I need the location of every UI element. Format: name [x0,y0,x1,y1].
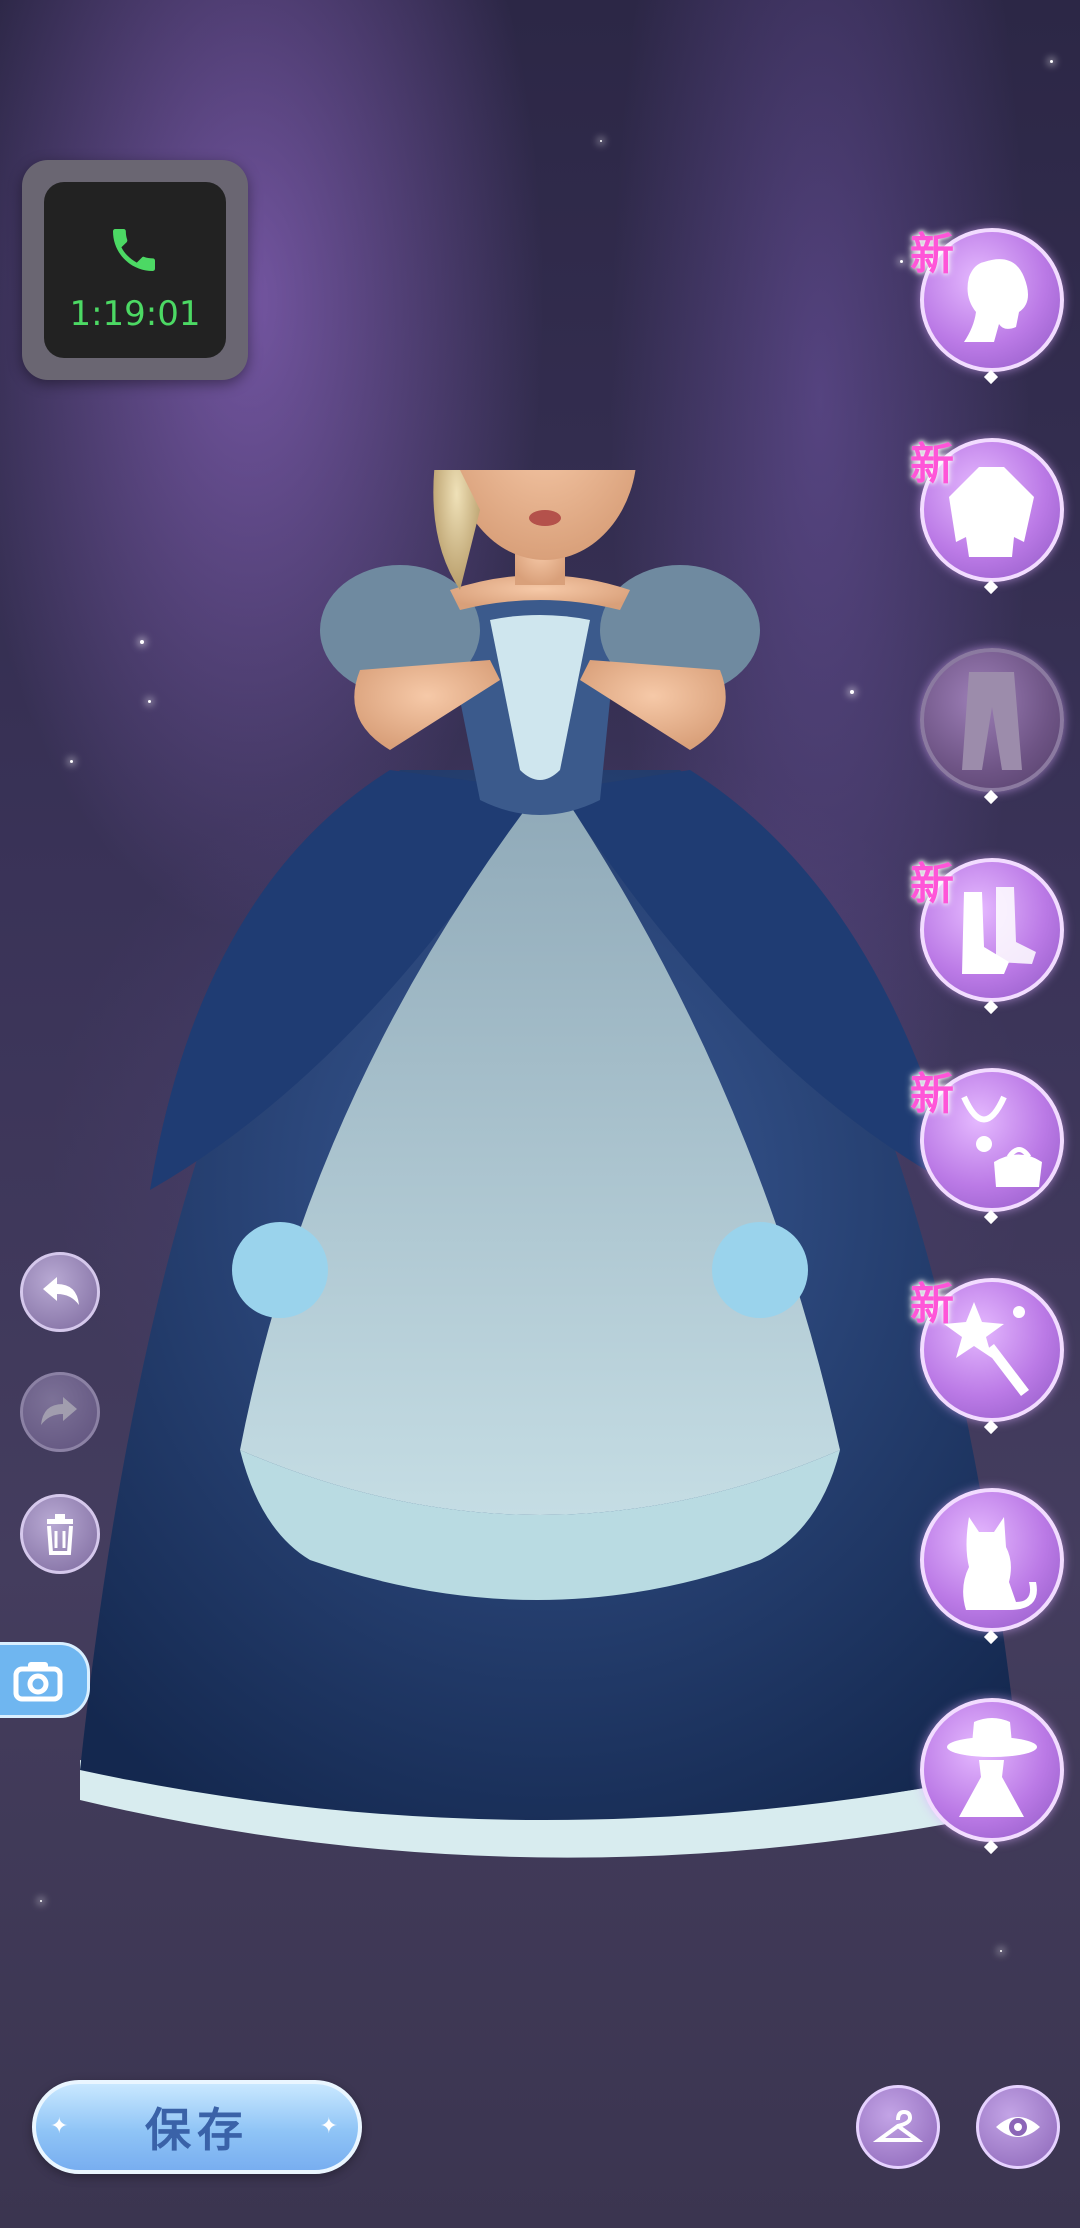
new-badge: 新 [910,229,954,280]
trash-icon [47,1514,73,1555]
new-badge: 新 [910,1279,954,1330]
redo-button[interactable] [20,1372,100,1452]
sparkle-icon: ✦ [319,2114,344,2139]
save-button[interactable]: ✦ 保存 ✦ [32,2080,362,2174]
category-top-button[interactable]: 新 [910,438,1064,595]
category-effects-button[interactable]: 新 [910,1278,1064,1435]
hat-dress-icon [947,1718,1037,1817]
sparkle-icon: ✦ [50,2114,75,2139]
category-accessories-button[interactable]: 新 [910,1068,1064,1225]
redo-icon [41,1397,77,1425]
phone-icon [113,229,155,271]
category-outfit-button[interactable] [920,1698,1064,1855]
new-badge: 新 [910,859,954,910]
camera-button[interactable] [0,1642,90,1718]
wardrobe-button[interactable] [856,2085,940,2169]
new-badge: 新 [910,439,954,490]
category-bottom-button[interactable] [920,648,1064,805]
delete-button[interactable] [20,1494,100,1574]
undo-button[interactable] [20,1252,100,1332]
diamond-marker [983,369,999,385]
category-hair-button[interactable]: 新 [910,228,1064,385]
category-shoes-button[interactable]: 新 [910,858,1064,1015]
cat-icon [963,1517,1037,1610]
call-overlay-panel: 1:19:01 [44,182,226,358]
character-model [80,470,1020,1858]
camera-icon [13,1662,63,1702]
preview-button[interactable] [976,2085,1060,2169]
eye-icon [996,2117,1040,2137]
pants-icon [962,672,1022,770]
hanger-icon [873,2109,923,2142]
save-button-label: 保存 [145,2103,249,2157]
undo-icon [43,1277,79,1305]
call-overlay[interactable]: 1:19:01 [22,160,248,380]
new-badge: 新 [910,1069,954,1120]
call-timer: 1:19:01 [69,294,201,334]
category-pet-button[interactable] [920,1488,1064,1645]
